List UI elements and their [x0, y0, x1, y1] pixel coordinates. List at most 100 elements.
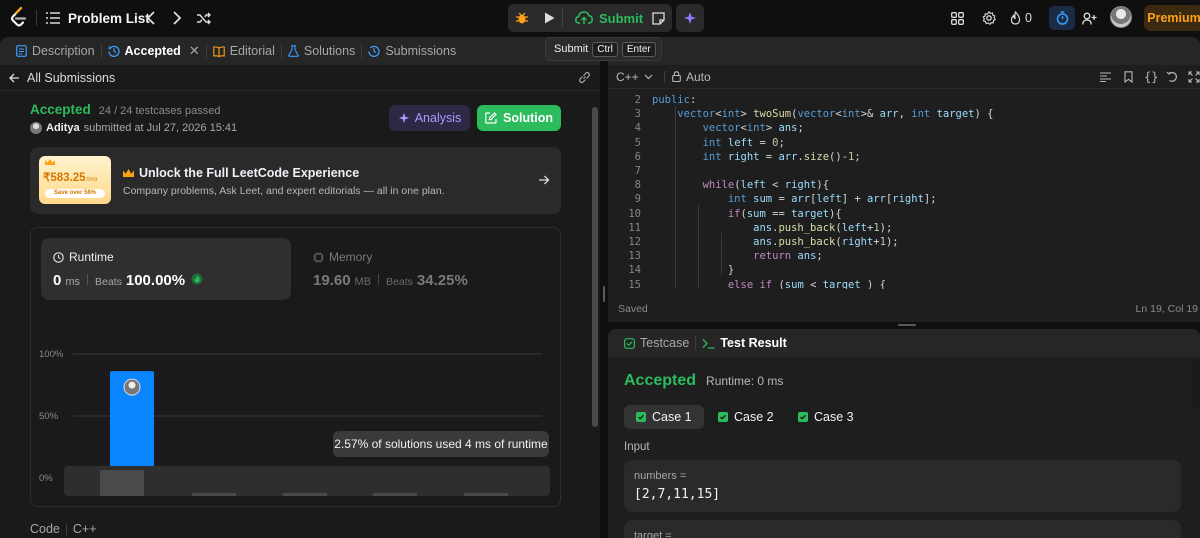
reset-button[interactable] [1166, 71, 1178, 83]
upsell-subtitle: Company problems, Ask Leet, and expert e… [123, 185, 445, 197]
close-tab-icon[interactable]: ✕ [189, 43, 200, 59]
price-value: ₹583.25 [43, 172, 86, 184]
line-number: 10 [628, 207, 641, 220]
tab-testcase[interactable]: Testcase [618, 329, 695, 357]
leetcode-logo-icon[interactable] [8, 6, 30, 30]
tab-accepted[interactable]: Accepted ✕ [102, 37, 206, 65]
bug-icon [516, 12, 528, 24]
align-left-icon [1100, 72, 1111, 82]
ai-assist-button[interactable] [676, 4, 704, 32]
lock-icon [672, 71, 681, 82]
code-line[interactable]: 4 vector<int> ans; [608, 121, 1200, 135]
price-badge: ₹583.25 /mo Save over 58% [39, 156, 111, 204]
code-line[interactable]: 8 while(left < right){ [608, 178, 1200, 192]
code-text: else if (sum < target ) { [727, 278, 886, 289]
username[interactable]: Aditya [46, 122, 80, 134]
input-variable-box[interactable]: target = [624, 520, 1181, 538]
submitter-row: Aditya submitted at Jul 27, 2026 15:41 [30, 122, 237, 134]
tab-solutions[interactable]: Solutions [282, 37, 361, 65]
layout-button[interactable] [944, 6, 970, 30]
input-variable-box[interactable]: numbers = [2,7,11,15] [624, 460, 1181, 512]
arrow-right-icon[interactable] [538, 174, 550, 186]
case-tab-2[interactable]: Case 2 [706, 405, 786, 429]
code-text: int right = arr.size()-1; [702, 150, 861, 163]
code-line[interactable]: 13 return ans; [608, 249, 1200, 263]
terminal-icon [702, 338, 715, 349]
document-icon [16, 45, 27, 57]
tab-description[interactable]: Description [10, 37, 101, 65]
tab-test-result[interactable]: Test Result [696, 329, 792, 357]
tab-editorial[interactable]: Editorial [207, 37, 281, 65]
variable-name: numbers = [634, 470, 687, 482]
premium-upsell-banner[interactable]: ₹583.25 /mo Save over 58% Unlock the Ful… [30, 147, 561, 214]
scrollbar[interactable] [592, 107, 598, 427]
history-icon [368, 45, 380, 57]
crown-icon [45, 159, 55, 165]
variable-name: target = [634, 530, 672, 538]
shuffle-button[interactable] [190, 6, 216, 30]
chart-tooltip: 2.57% of solutions used 4 ms of runtime [333, 431, 549, 457]
braces-icon: {} [1144, 70, 1159, 84]
run-button[interactable] [536, 4, 562, 32]
next-problem-button[interactable] [164, 6, 190, 30]
solution-label: Solution [503, 111, 553, 125]
copy-link-button[interactable] [578, 71, 591, 84]
code-text: int sum = arr[left] + arr[right]; [727, 193, 937, 206]
bookmark-icon [1124, 71, 1133, 83]
flame-icon [1010, 11, 1021, 25]
code-line[interactable]: 10 if(sum == target){ [608, 207, 1200, 221]
braces-button[interactable]: {} [1144, 70, 1158, 84]
notes-button[interactable] [644, 4, 672, 32]
timer-button[interactable] [1049, 6, 1075, 30]
tab-test-result-label: Test Result [720, 336, 787, 350]
auto-mode-label: Auto [686, 69, 711, 84]
chart-range-navigator[interactable] [64, 466, 550, 496]
debug-button[interactable] [508, 4, 536, 32]
prev-problem-button[interactable] [138, 6, 164, 30]
code-line[interactable]: 6 int right = arr.size()-1; [608, 150, 1200, 164]
code-line[interactable]: 11 ans.push_back(left+1); [608, 221, 1200, 235]
submit-shortcut-tooltip: Submit Ctrl Enter [545, 37, 662, 61]
solution-button[interactable]: Solution [477, 105, 561, 131]
all-submissions-link[interactable]: All Submissions [9, 71, 115, 85]
code-line[interactable]: 12 ans.push_back(right+1); [608, 235, 1200, 249]
case-tab-1[interactable]: Case 1 [624, 405, 704, 429]
code-area[interactable]: 2 public: 3 vector<int> twoSum(vector<int>… [608, 93, 1200, 289]
bookmark-button[interactable] [1124, 71, 1133, 83]
tooltip-label: Submit [554, 43, 589, 55]
code-line[interactable]: 15 else if (sum < target ) { [608, 278, 1200, 289]
code-text: ans.push_back(right+1); [753, 236, 899, 248]
add-friend-button[interactable] [1076, 6, 1102, 30]
code-line[interactable]: 5 int left = 0; [608, 136, 1200, 150]
panel-resizer[interactable] [603, 286, 605, 302]
line-number: 5 [634, 136, 641, 149]
code-line[interactable]: 2 public: [608, 93, 1200, 107]
code-line[interactable]: 3 vector<int> twoSum(vector<int>& arr, i… [608, 107, 1200, 121]
tab-submissions[interactable]: Submissions [362, 37, 462, 65]
fullscreen-button[interactable] [1188, 71, 1200, 83]
code-line[interactable]: 14 } [608, 263, 1200, 277]
avatar[interactable] [1110, 6, 1132, 28]
chart-tooltip-text: 2.57% of solutions used 4 ms of runtime [334, 437, 548, 451]
code-text: while(left < right){ [702, 179, 830, 192]
kbd-ctrl: Ctrl [592, 41, 618, 57]
analysis-button[interactable]: Analysis [389, 105, 470, 131]
problem-list-button[interactable]: Problem List [46, 6, 150, 30]
crown-icon [123, 169, 134, 177]
code-line[interactable]: 9 int sum = arr[left] + arr[right]; [608, 192, 1200, 206]
panel-resizer[interactable] [898, 324, 916, 326]
code-line[interactable]: 7 [608, 164, 1200, 178]
streak-counter[interactable]: 0 [1010, 8, 1032, 28]
case-tab-3[interactable]: Case 3 [786, 405, 866, 429]
play-icon [544, 12, 554, 24]
cursor-position: Ln 19, Col 19 [1135, 303, 1198, 315]
submit-button[interactable]: Submit [563, 4, 655, 32]
auto-mode-toggle[interactable]: Auto [672, 70, 711, 84]
settings-button[interactable] [976, 6, 1002, 30]
language-select[interactable]: C++ [616, 70, 653, 84]
format-button[interactable] [1100, 72, 1111, 82]
tab-testcase-label: Testcase [640, 336, 690, 350]
line-number: 13 [628, 250, 641, 263]
gear-icon [982, 11, 996, 25]
premium-button[interactable]: Premium [1144, 5, 1200, 31]
